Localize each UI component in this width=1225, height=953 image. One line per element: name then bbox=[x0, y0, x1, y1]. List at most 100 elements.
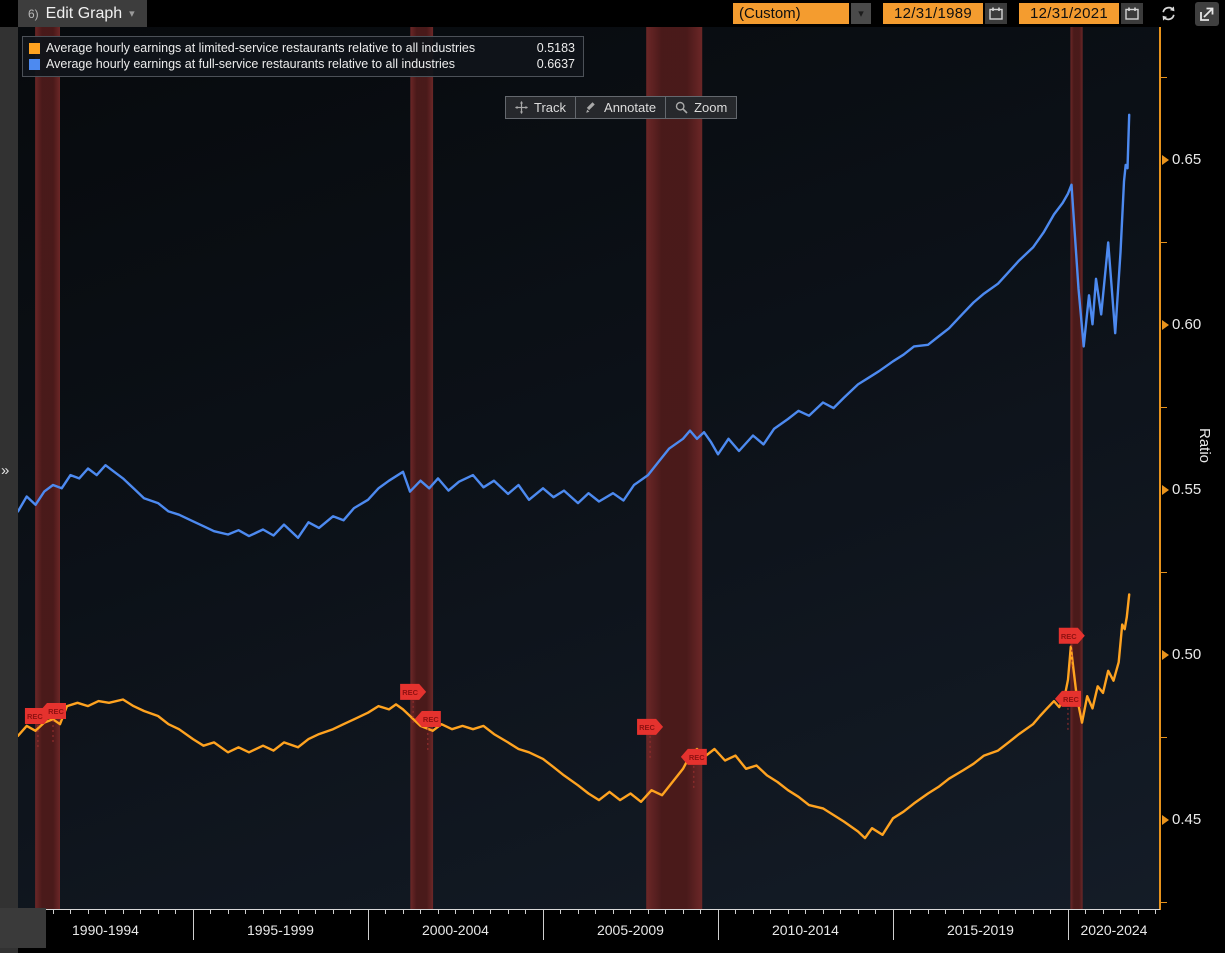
refresh-icon bbox=[1161, 6, 1175, 21]
range-preset-dropdown-button[interactable]: ▾ bbox=[851, 3, 871, 24]
track-button[interactable]: Track bbox=[506, 97, 577, 118]
x-axis-tick bbox=[70, 910, 72, 914]
x-axis-tick bbox=[1050, 910, 1052, 914]
legend-value: 0.6637 bbox=[536, 57, 575, 71]
x-axis-tick bbox=[665, 910, 667, 914]
rec-marker-label: REC bbox=[1063, 695, 1079, 704]
y-tick-label: 0.65 bbox=[1172, 151, 1202, 169]
chart-plot-area[interactable]: REC REC REC REC REC REC REC REC Average hourly … bbox=[18, 27, 1160, 910]
y-tick-label: 0.60 bbox=[1172, 316, 1202, 334]
tick-arrow-icon bbox=[1162, 814, 1169, 825]
x-axis-tick bbox=[157, 910, 159, 914]
x-axis-tick bbox=[472, 910, 474, 914]
tick-arrow-icon bbox=[1162, 319, 1169, 330]
end-date-field[interactable]: 12/31/2021 bbox=[1019, 3, 1119, 24]
expand-icon bbox=[1200, 7, 1214, 21]
end-date-calendar-button[interactable] bbox=[1121, 3, 1143, 24]
expand-panel-chevron[interactable]: » bbox=[1, 462, 9, 479]
x-axis-tick bbox=[595, 910, 597, 914]
x-axis-bin-label: 2020-2024 bbox=[1080, 922, 1148, 938]
series-line bbox=[18, 113, 1131, 539]
x-axis-tick bbox=[262, 910, 264, 914]
annotate-button[interactable]: Annotate bbox=[576, 97, 667, 118]
x-axis-tick bbox=[560, 910, 562, 914]
chevron-down-icon: ▾ bbox=[129, 8, 135, 20]
bloomberg-chart-window: 6) Edit Graph ▾ (Custom) ▾ 12/31/1989 12… bbox=[0, 0, 1225, 953]
track-icon bbox=[515, 101, 528, 114]
range-preset-field[interactable]: (Custom) bbox=[733, 3, 849, 24]
annotate-icon bbox=[586, 102, 595, 113]
edit-graph-button[interactable]: 6) Edit Graph ▾ bbox=[18, 0, 147, 27]
top-bar-controls: (Custom) ▾ 12/31/1989 12/31/2021 bbox=[733, 0, 1219, 27]
x-axis-tick bbox=[332, 910, 334, 914]
x-axis-tick bbox=[752, 910, 754, 914]
x-axis-tick bbox=[122, 910, 124, 914]
y-axis-tick: 0.50 bbox=[1162, 646, 1201, 664]
x-axis-tick bbox=[997, 910, 999, 914]
x-axis-tick bbox=[910, 910, 912, 914]
x-axis-tick bbox=[105, 910, 107, 914]
menu-number: 6) bbox=[28, 6, 39, 21]
x-axis-tick bbox=[1032, 910, 1034, 914]
rec-marker-label: REC bbox=[639, 723, 655, 732]
y-axis-tick: 0.60 bbox=[1162, 316, 1201, 334]
y-axis-tick: 0.45 bbox=[1162, 811, 1201, 829]
x-axis-tick bbox=[490, 910, 492, 914]
x-axis-tick bbox=[52, 910, 54, 914]
legend-item-limited-service[interactable]: Average hourly earnings at limited-servi… bbox=[29, 40, 575, 56]
y-axis-tick: 0.55 bbox=[1162, 481, 1201, 499]
edit-graph-label: Edit Graph bbox=[45, 4, 123, 22]
series-line bbox=[18, 593, 1131, 840]
y-tick-label: 0.50 bbox=[1172, 646, 1202, 664]
legend-box: Average hourly earnings at limited-servi… bbox=[22, 36, 584, 77]
zoom-button[interactable]: Zoom bbox=[666, 97, 736, 118]
y-axis-line bbox=[1159, 27, 1161, 910]
x-axis-bin-label: 2010-2014 bbox=[771, 922, 839, 938]
x-axis-bin-label: 1995-1999 bbox=[247, 922, 314, 938]
x-axis-tick bbox=[385, 910, 387, 914]
legend-swatch-orange bbox=[29, 42, 40, 54]
x-axis-tick bbox=[437, 910, 439, 914]
rec-marker-label: REC bbox=[27, 712, 43, 721]
x-axis-tick bbox=[227, 910, 229, 914]
x-axis-tick bbox=[245, 910, 247, 914]
start-date-field[interactable]: 12/31/1989 bbox=[883, 3, 983, 24]
calendar-icon bbox=[1125, 7, 1139, 20]
left-panel-strip: » bbox=[0, 27, 18, 953]
chevron-down-icon: ▾ bbox=[858, 8, 864, 20]
x-axis-tick bbox=[210, 910, 212, 914]
y-axis-title: Ratio bbox=[1196, 428, 1213, 464]
x-axis-tick bbox=[980, 910, 982, 914]
x-axis-tick bbox=[87, 910, 89, 914]
y-axis-minor-tick bbox=[1160, 407, 1167, 409]
x-axis-tick bbox=[1155, 910, 1157, 914]
x-axis-bin-label: 2005-2009 bbox=[596, 922, 664, 938]
rec-marker-label: REC bbox=[48, 707, 64, 716]
refresh-button[interactable] bbox=[1155, 3, 1181, 24]
x-axis-tick bbox=[1120, 910, 1122, 914]
x-axis-bin-label: 2015-2019 bbox=[946, 922, 1014, 938]
x-axis-line bbox=[18, 909, 1160, 910]
x-axis-tick bbox=[280, 910, 282, 914]
x-axis-tick bbox=[1137, 910, 1139, 914]
x-axis-tick bbox=[420, 910, 422, 914]
x-axis-tick bbox=[875, 910, 877, 914]
expand-button[interactable] bbox=[1195, 1, 1219, 26]
tick-arrow-icon bbox=[1162, 484, 1169, 495]
x-axis-tick bbox=[840, 910, 842, 914]
x-axis-tick bbox=[857, 910, 859, 914]
top-bar: 6) Edit Graph ▾ (Custom) ▾ 12/31/1989 12… bbox=[0, 0, 1225, 27]
x-axis-tick bbox=[787, 910, 789, 914]
recession-band bbox=[35, 27, 60, 910]
y-tick-label: 0.45 bbox=[1172, 811, 1202, 829]
x-axis-tick bbox=[945, 910, 947, 914]
y-axis-minor-tick bbox=[1160, 737, 1167, 739]
chart-canvas[interactable]: REC REC REC REC REC REC REC REC bbox=[18, 27, 1160, 910]
start-date-calendar-button[interactable] bbox=[985, 3, 1007, 24]
legend-swatch-blue bbox=[29, 58, 40, 70]
legend-item-full-service[interactable]: Average hourly earnings at full-service … bbox=[29, 56, 575, 72]
x-axis-tick bbox=[647, 910, 649, 914]
x-axis-tick bbox=[682, 910, 684, 914]
x-axis-tick bbox=[612, 910, 614, 914]
x-axis-tick bbox=[297, 910, 299, 914]
